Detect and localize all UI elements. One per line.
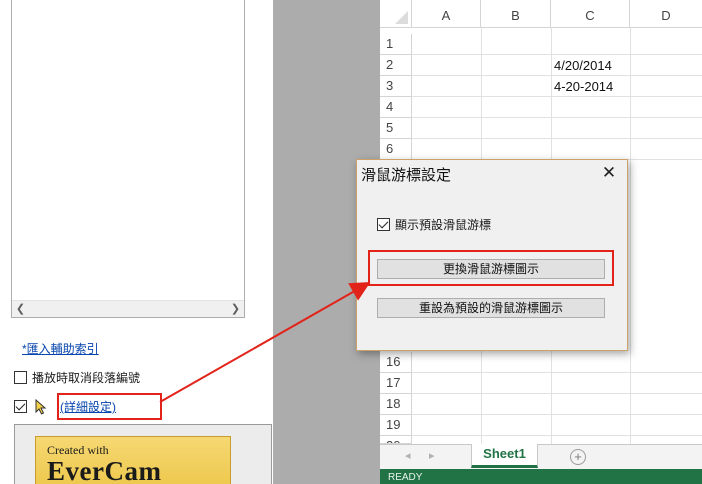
evercam-logo: Created with EverCam [35,436,231,484]
column-header-b[interactable]: B [481,0,551,28]
row-header-1[interactable]: 1 [380,34,412,55]
import-index-link[interactable]: *匯入輔助索引 [22,340,99,357]
row-header-4[interactable]: 4 [380,97,412,118]
status-bar: READY [380,469,702,484]
mouse-cursor-icon [35,398,47,415]
row-header-3[interactable]: 3 [380,76,412,97]
show-cursor-checkbox[interactable] [14,400,27,413]
evercam-brand-text: EverCam [47,456,162,484]
row-header-17[interactable]: 17 [380,373,412,394]
row-header-19[interactable]: 19 [380,415,412,436]
show-default-cursor-option[interactable]: 顯示預設滑鼠游標 [377,216,491,233]
prev-sheet-icon[interactable]: ◂ [405,449,411,462]
scroll-left-icon[interactable]: ❮ [12,302,29,317]
column-header-c[interactable]: C [551,0,630,28]
row-header-20[interactable]: 20 [380,436,412,444]
close-icon[interactable]: ✕ [597,162,621,184]
cancel-numbering-checkbox[interactable] [14,371,27,384]
row-header-6[interactable]: 6 [380,139,412,160]
row-header-5[interactable]: 5 [380,118,412,139]
cell-c2[interactable]: 4/20/2014 [551,55,630,76]
scroll-right-icon[interactable]: ❯ [227,302,244,317]
sheet-tab-sheet1[interactable]: Sheet1 [471,444,538,468]
cancel-numbering-option[interactable]: 播放時取消段落編號 [14,369,140,386]
row-header-18[interactable]: 18 [380,394,412,415]
index-list-box[interactable]: ❮ ❯ [11,0,245,318]
sheet-tab-bar: ◂ ▸ Sheet1 + [380,444,702,469]
show-default-cursor-label: 顯示預設滑鼠游標 [395,218,492,232]
add-sheet-icon[interactable]: + [570,449,586,465]
highlight-change-button [368,250,614,286]
reset-cursor-icon-button[interactable]: 重設為預設的滑鼠游標圖示 [377,298,605,318]
cancel-numbering-label: 播放時取消段落編號 [32,371,141,385]
row-header-16[interactable]: 16 [380,352,412,373]
horizontal-scrollbar[interactable]: ❮ ❯ [12,300,244,317]
select-all-corner[interactable] [380,0,412,28]
highlight-detail-link [57,393,162,420]
dialog-title: 滑鼠游標設定 [361,167,452,184]
evercam-watermark-frame: Created with EverCam [14,424,272,484]
show-default-cursor-checkbox[interactable] [377,218,390,231]
row-header-2[interactable]: 2 [380,55,412,76]
column-header-a[interactable]: A [412,0,481,28]
cell-c3[interactable]: 4-20-2014 [551,76,630,97]
next-sheet-icon[interactable]: ▸ [429,449,435,462]
column-header-d[interactable]: D [630,0,702,28]
